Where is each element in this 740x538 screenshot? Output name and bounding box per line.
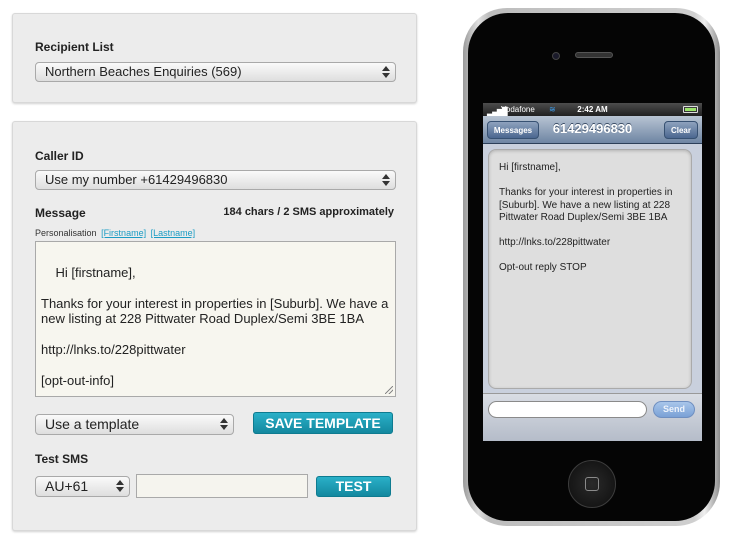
- clear-button[interactable]: Clear: [664, 121, 698, 139]
- message-label: Message: [35, 206, 86, 220]
- select-arrows-icon: [219, 417, 228, 431]
- save-template-button[interactable]: SAVE TEMPLATE: [253, 412, 393, 434]
- token-firstname-link[interactable]: [Firstname]: [101, 228, 146, 238]
- preview-text: Hi [firstname], Thanks for your interest…: [499, 162, 673, 273]
- template-select[interactable]: Use a template: [35, 414, 234, 435]
- template-select-value: Use a template: [45, 416, 140, 432]
- caller-id-value: Use my number +61429496830: [45, 172, 228, 187]
- resize-handle-icon[interactable]: [385, 386, 393, 394]
- message-textarea[interactable]: Hi [firstname], Thanks for your interest…: [35, 241, 396, 397]
- speaker-grille: [575, 52, 613, 58]
- phone-body: ▂▄▆█ Vodafone ≋ 2:42 AM Messages 6142949…: [468, 13, 715, 521]
- country-code-value: AU+61: [45, 478, 89, 494]
- status-bar: ▂▄▆█ Vodafone ≋ 2:42 AM: [483, 103, 702, 116]
- send-button[interactable]: Send: [653, 401, 695, 418]
- message-text: Hi [firstname], Thanks for your interest…: [41, 264, 389, 389]
- recipient-list-value: Northern Beaches Enquiries (569): [45, 64, 242, 79]
- test-phone-input[interactable]: [136, 474, 308, 498]
- test-button[interactable]: TEST: [316, 476, 391, 497]
- select-arrows-icon: [115, 479, 124, 493]
- phone-preview: ▂▄▆█ Vodafone ≋ 2:42 AM Messages 6142949…: [463, 8, 720, 526]
- char-count: 184 chars / 2 SMS approximately: [223, 206, 394, 218]
- select-arrows-icon: [381, 65, 390, 79]
- caller-id-select[interactable]: Use my number +61429496830: [35, 170, 396, 190]
- select-arrows-icon: [381, 173, 390, 187]
- phone-screen: ▂▄▆█ Vodafone ≋ 2:42 AM Messages 6142949…: [483, 103, 702, 441]
- compose-panel: Caller ID Use my number +61429496830 Mes…: [12, 121, 417, 531]
- personalisation-row: Personalisation [Firstname] [Lastname]: [35, 228, 195, 238]
- recipient-list-label: Recipient List: [35, 40, 114, 54]
- camera-icon: [552, 52, 560, 60]
- home-button[interactable]: [568, 460, 616, 508]
- caller-id-label: Caller ID: [35, 149, 84, 163]
- test-sms-label: Test SMS: [35, 452, 89, 466]
- message-bubble: Hi [firstname], Thanks for your interest…: [488, 149, 692, 389]
- home-square-icon: [585, 477, 599, 491]
- token-lastname-link[interactable]: [Lastname]: [151, 228, 196, 238]
- battery-icon: [683, 106, 698, 113]
- country-code-select[interactable]: AU+61: [35, 476, 130, 497]
- personalisation-label: Personalisation: [35, 228, 97, 238]
- status-time: 2:42 AM: [577, 105, 608, 114]
- recipient-panel: Recipient List Northern Beaches Enquirie…: [12, 13, 417, 103]
- recipient-list-select[interactable]: Northern Beaches Enquiries (569): [35, 62, 396, 82]
- nav-bar: Messages 61429496830 Clear: [483, 116, 702, 144]
- compose-bar: Send: [483, 393, 702, 441]
- sms-input[interactable]: [488, 401, 647, 418]
